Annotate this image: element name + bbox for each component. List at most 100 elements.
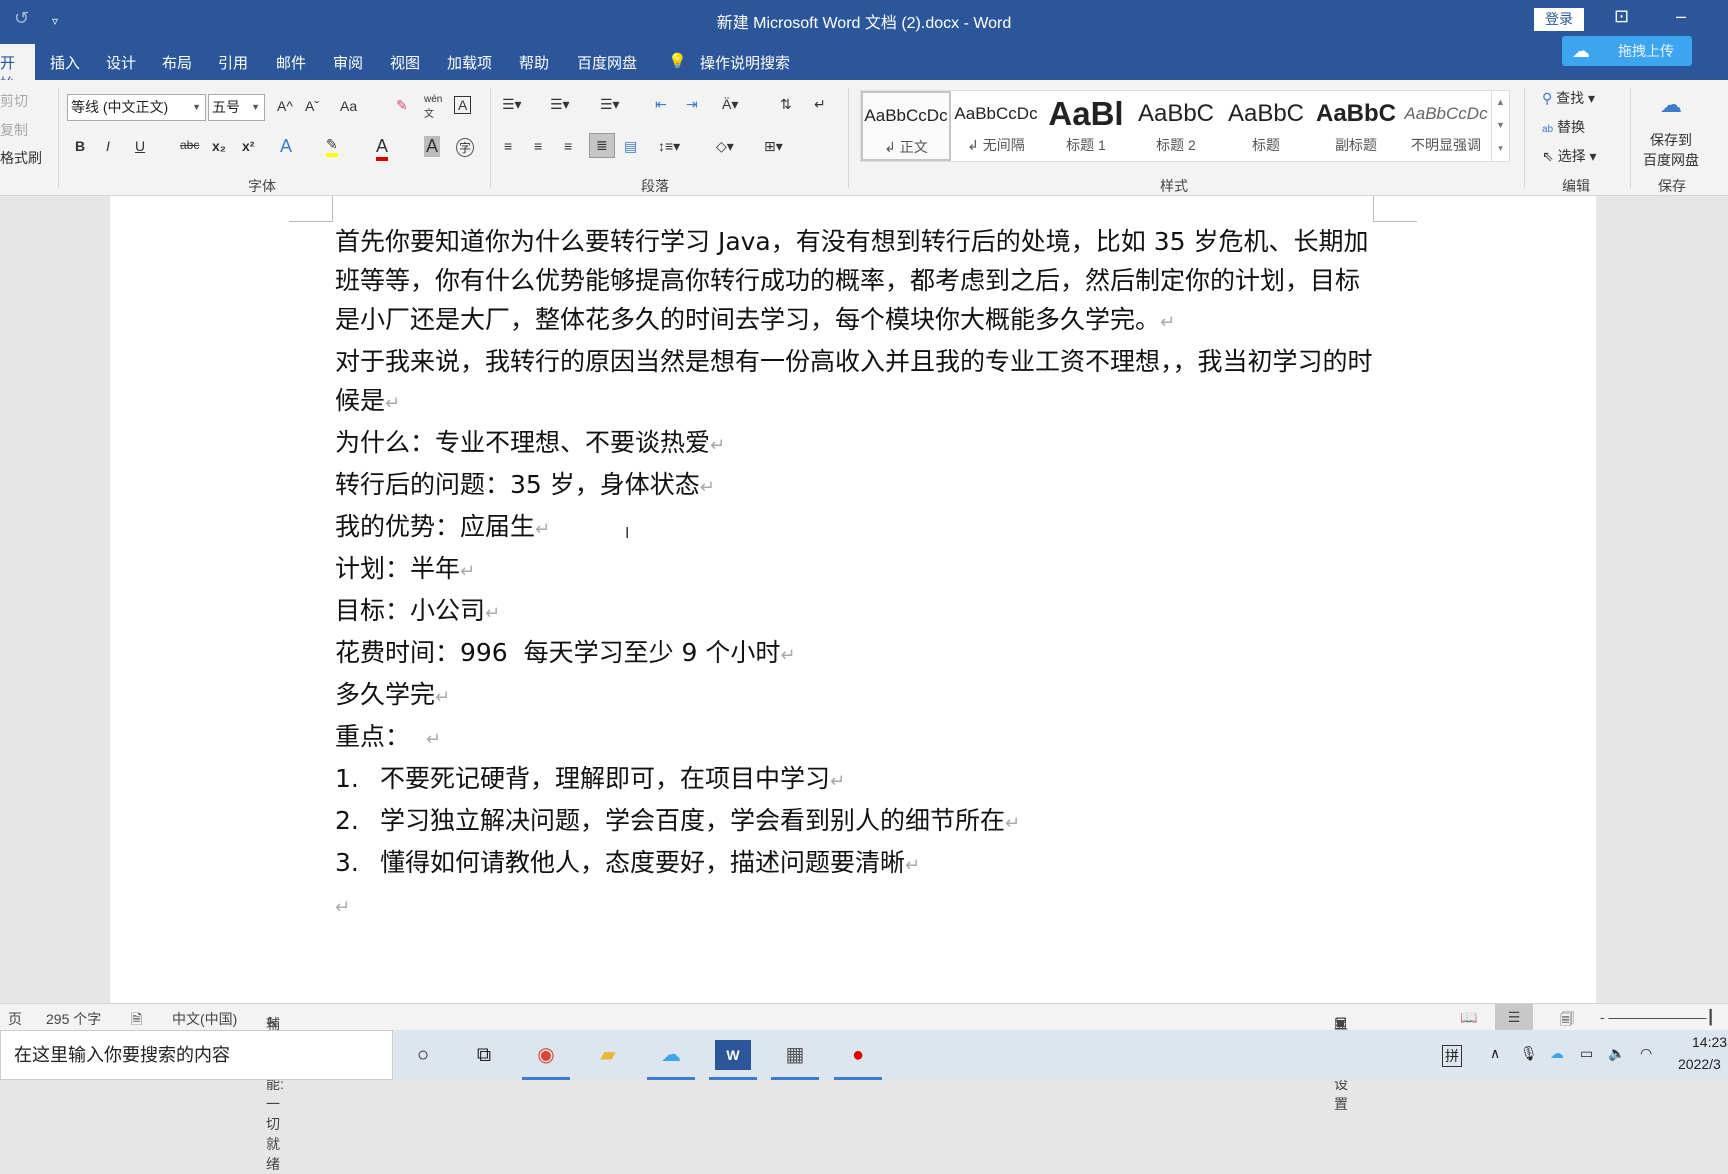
borders-icon[interactable]: ⊞▾ xyxy=(764,138,783,155)
replace-button[interactable]: ab 替换 xyxy=(1542,117,1585,137)
distributed-icon[interactable]: ▤ xyxy=(624,138,637,155)
tab-review[interactable]: 审阅 xyxy=(333,52,363,73)
clock-time[interactable]: 14:23 xyxy=(1692,1034,1727,1050)
style-heading-1[interactable]: AaBl 标题 1 xyxy=(1041,91,1131,161)
format-painter-button[interactable]: 格式刷 xyxy=(0,148,42,168)
change-case-button[interactable]: Aa xyxy=(340,98,357,114)
font-color-icon[interactable]: A xyxy=(376,136,389,161)
grow-font-icon[interactable]: A^ xyxy=(277,98,293,114)
clear-format-icon[interactable]: ✎ xyxy=(396,97,408,114)
strikethrough-button[interactable]: abc xyxy=(180,138,199,152)
task-view-icon[interactable]: ⧉ xyxy=(466,1040,502,1070)
show-hidden-icons[interactable]: ∧ xyxy=(1490,1045,1500,1062)
shrink-font-icon[interactable]: Aˇ xyxy=(305,98,319,114)
tab-references[interactable]: 引用 xyxy=(218,52,248,73)
enclose-characters-icon[interactable]: 字 xyxy=(456,138,475,157)
show-marks-icon[interactable]: ↵ xyxy=(814,96,826,113)
lightbulb-icon: 💡 xyxy=(668,53,687,70)
microphone-icon[interactable]: 🎙 xyxy=(1520,1045,1538,1062)
taskbar-search[interactable]: 在这里输入你要搜索的内容 xyxy=(0,1030,393,1080)
character-border-icon[interactable]: A xyxy=(454,96,472,114)
tab-addins[interactable]: 加载项 xyxy=(447,52,492,73)
font-size-select[interactable]: 五号 ▼ xyxy=(208,94,265,121)
style-preview: AaBl xyxy=(1048,95,1124,132)
baidu-cloud-icon[interactable]: ☁ xyxy=(1660,92,1682,118)
decrease-indent-icon[interactable]: ⇤ xyxy=(655,96,667,113)
align-right-icon[interactable]: ≡ xyxy=(564,138,572,154)
superscript-button[interactable]: x² xyxy=(242,138,254,154)
font-name-select[interactable]: 等线 (中文正文) ▼ xyxy=(67,94,206,121)
bold-button[interactable]: B xyxy=(75,138,85,154)
upload-button[interactable]: ☁ 拖拽上传 xyxy=(1562,36,1692,66)
underline-button[interactable]: U xyxy=(135,138,145,154)
tab-help[interactable]: 帮助 xyxy=(519,52,549,73)
numbering-icon[interactable]: ☰▾ xyxy=(550,96,570,113)
paragraph: 多久学完↵ xyxy=(335,675,1383,717)
baidu-disk-label[interactable]: 百度网盘 xyxy=(1643,150,1699,170)
tab-layout[interactable]: 布局 xyxy=(162,52,192,73)
sort-icon[interactable]: ⇅ xyxy=(780,96,792,113)
align-center-icon[interactable]: ≡ xyxy=(534,138,542,154)
ime-indicator[interactable]: 拼 xyxy=(1442,1045,1462,1067)
cortana-icon[interactable]: ○ xyxy=(405,1040,441,1070)
tab-mailings[interactable]: 邮件 xyxy=(276,52,306,73)
volume-icon[interactable]: 🔈 xyxy=(1608,1045,1625,1062)
calculator-icon[interactable]: ▦ xyxy=(771,1040,819,1080)
chrome-icon[interactable]: ◉ xyxy=(522,1040,570,1080)
highlight-icon[interactable]: ✎ xyxy=(326,136,338,157)
style-no-spacing[interactable]: AaBbCcDc ↲ 无间隔 xyxy=(951,91,1041,161)
phonetic-guide-icon[interactable]: wén 文 xyxy=(424,94,442,120)
tab-insert[interactable]: 插入 xyxy=(50,52,80,73)
style-preview: AaBbCcDc xyxy=(1404,104,1488,123)
subscript-button[interactable]: x₂ xyxy=(212,138,226,154)
style-normal[interactable]: AaBbCcDc ↲ 正文 xyxy=(861,91,951,161)
baidu-tray-icon[interactable]: ☁ xyxy=(1550,1045,1564,1062)
tab-design[interactable]: 设计 xyxy=(106,52,136,73)
justify-icon[interactable]: ≣ xyxy=(589,133,615,158)
select-button[interactable]: ⇖ 选择 ▾ xyxy=(1542,146,1597,166)
increase-indent-icon[interactable]: ⇥ xyxy=(686,96,698,113)
list-number: 1. xyxy=(335,764,359,793)
tab-baidu[interactable]: 百度网盘 xyxy=(577,52,637,73)
style-subtle-emphasis[interactable]: AaBbCcDc 不明显强调 xyxy=(1401,91,1491,161)
italic-button[interactable]: I xyxy=(106,138,110,154)
style-title[interactable]: AaBbC 标题 xyxy=(1221,91,1311,161)
copy-button[interactable]: 复制 xyxy=(0,120,28,140)
chinese-layout-icon[interactable]: Ä▾ xyxy=(722,96,738,113)
style-heading-2[interactable]: AaBbC 标题 2 xyxy=(1131,91,1221,161)
document-body[interactable]: 首先你要知道你为什么要转行学习 Java，有没有想到转行后的处境，比如 35 岁… xyxy=(335,222,1383,927)
baidu-cloud-icon: ☁ xyxy=(1572,41,1590,61)
shading-icon[interactable]: ◇▾ xyxy=(716,138,734,155)
text-effects-icon[interactable]: A xyxy=(280,136,292,157)
obs-icon[interactable]: ● xyxy=(834,1040,882,1080)
word-count[interactable]: 295 个字 xyxy=(46,1009,101,1029)
line-spacing-icon[interactable]: ↕≡▾ xyxy=(658,138,680,155)
align-left-icon[interactable]: ≡ xyxy=(504,138,512,154)
print-layout-icon[interactable]: ☰ xyxy=(1495,1004,1533,1030)
clock-date[interactable]: 2022/3 xyxy=(1678,1056,1721,1072)
minimize-button[interactable]: – xyxy=(1676,6,1686,27)
baidu-netdisk-icon[interactable]: ☁ xyxy=(647,1040,695,1080)
tab-home[interactable]: 开始 xyxy=(0,44,35,93)
wifi-icon[interactable]: ◠ xyxy=(1640,1045,1652,1062)
read-mode-icon[interactable]: 📖 xyxy=(1460,1009,1477,1026)
paragraph-text: 我的优势：应届生 xyxy=(335,512,536,541)
language[interactable]: 中文(中国) xyxy=(172,1009,237,1029)
page-indicator[interactable]: 页 xyxy=(8,1009,22,1029)
battery-icon[interactable]: ▭ xyxy=(1580,1045,1593,1062)
save-to-label[interactable]: 保存到 xyxy=(1650,130,1692,150)
tab-view[interactable]: 视图 xyxy=(390,52,420,73)
ribbon-display-icon[interactable]: ⊡ xyxy=(1614,6,1629,27)
style-name: 标题 1 xyxy=(1066,137,1106,153)
bullets-icon[interactable]: ☰▾ xyxy=(502,96,522,113)
cut-button[interactable]: 剪切 xyxy=(0,91,28,111)
file-explorer-icon[interactable]: ▰ xyxy=(590,1040,626,1070)
find-button[interactable]: ⚲ 查找 ▾ xyxy=(1542,88,1595,108)
character-shading-icon[interactable]: A xyxy=(424,136,441,157)
tell-me-search[interactable]: 操作说明搜索 xyxy=(700,52,790,73)
login-button[interactable]: 登录 xyxy=(1534,8,1584,31)
word-icon[interactable]: W xyxy=(709,1040,757,1080)
style-subtitle[interactable]: AaBbC 副标题 xyxy=(1311,91,1401,161)
styles-scrollbar[interactable]: ▲ ▼ ▾ xyxy=(1491,91,1509,161)
multilevel-list-icon[interactable]: ☰▾ xyxy=(600,96,620,113)
